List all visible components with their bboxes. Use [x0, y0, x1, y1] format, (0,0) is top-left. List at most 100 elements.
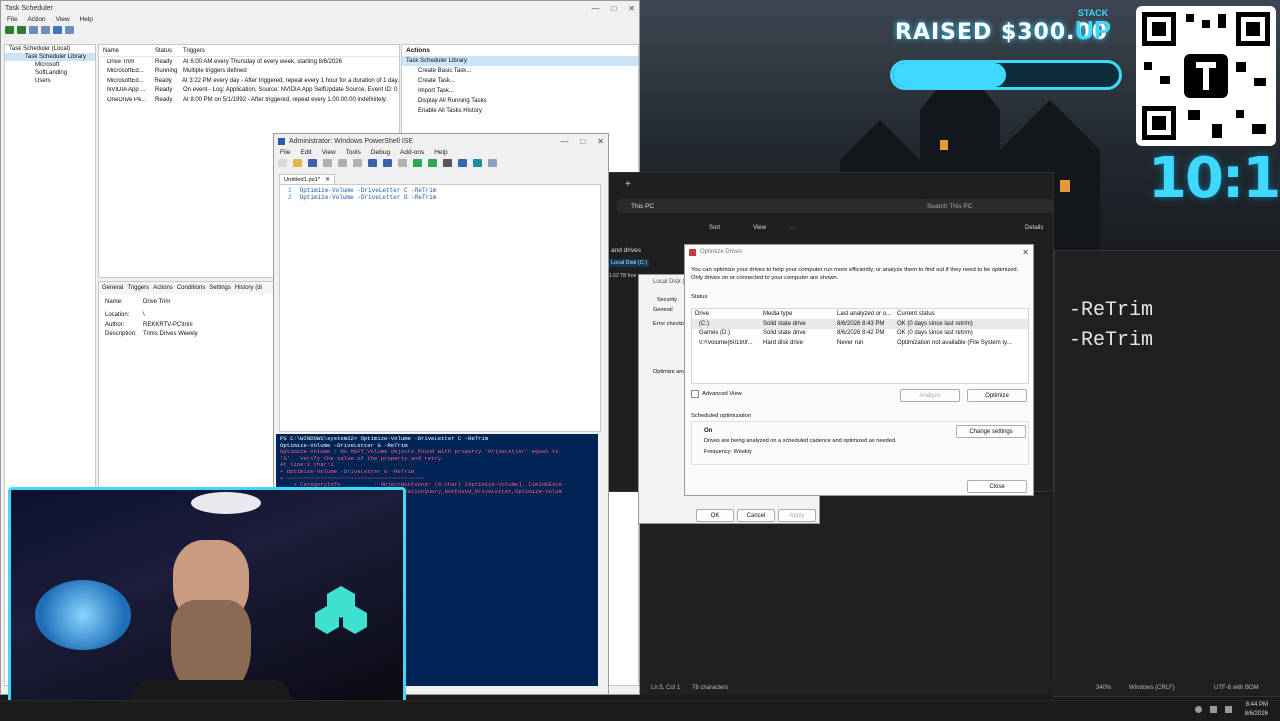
run-selection-icon[interactable] [428, 159, 437, 167]
tab-general[interactable]: General [102, 285, 123, 291]
notepad-window[interactable]: -ReTrim -ReTrim [1054, 250, 1280, 697]
action-enable-history[interactable]: Enable All Tasks History [402, 106, 638, 116]
open-icon[interactable] [293, 159, 302, 167]
advanced-view-checkbox[interactable]: Advanced View [691, 390, 742, 398]
volume-icon[interactable] [1210, 706, 1217, 713]
cut-icon[interactable] [323, 159, 332, 167]
table-row[interactable]: Drive Trim Ready At 6:00 AM every Thursday… [99, 57, 399, 67]
menu-view[interactable]: View [322, 149, 336, 156]
notepad-line[interactable]: -ReTrim [1069, 299, 1153, 322]
close-icon[interactable]: ✕ [1022, 248, 1029, 257]
optimize-drives-dialog[interactable]: Optimize Drives ✕ You can optimize your … [684, 244, 1034, 496]
back-icon[interactable] [5, 26, 14, 34]
status-zoom[interactable]: 340% [1096, 685, 1111, 691]
layout-icon[interactable] [488, 159, 497, 167]
explorer-local-disk[interactable]: Local Disk (C:) [609, 259, 650, 267]
tab-security[interactable]: Security [657, 297, 677, 303]
optimize-titlebar[interactable]: Optimize Drives ✕ [685, 245, 1033, 259]
menu-debug[interactable]: Debug [371, 149, 390, 156]
minimize-icon[interactable]: — [591, 4, 599, 13]
table-row[interactable]: NVIDIA App ... Ready On event - Log: Appli… [99, 86, 399, 96]
undo-icon[interactable] [383, 159, 392, 167]
column-last-analyzed[interactable]: Last analyzed or o... [837, 311, 897, 317]
console-icon[interactable] [473, 159, 482, 167]
drive-row[interactable]: (C:) Solid state drive 8/6/2026 8:43 PM OK … [692, 319, 1028, 329]
action-display-running[interactable]: Display All Running Tasks [402, 96, 638, 106]
maximize-icon[interactable]: □ [580, 137, 585, 146]
copy-icon[interactable] [338, 159, 347, 167]
redo-icon[interactable] [398, 159, 407, 167]
script-editor[interactable]: 1 Optimize-Volume -DriveLetter C -ReTrim … [279, 184, 601, 432]
close-icon[interactable]: ✕ [597, 137, 604, 146]
tree-item-library[interactable]: Task Scheduler Library [5, 53, 95, 61]
menu-help[interactable]: Help [80, 16, 93, 23]
help-icon[interactable] [53, 26, 62, 34]
optimize-button[interactable]: Optimize [967, 389, 1027, 402]
action-import-task[interactable]: Import Task... [402, 86, 638, 96]
script-tab[interactable]: Untitled1.ps1* ✕ [279, 174, 335, 184]
code-text[interactable]: Optimize-Volume -DriveLetter D -ReTrim [300, 194, 437, 201]
tab-general[interactable]: General [653, 307, 673, 313]
menu-file[interactable]: File [7, 16, 17, 23]
actions-section[interactable]: Task Scheduler Library [402, 56, 638, 66]
properties-icon[interactable] [65, 26, 74, 34]
task-scheduler-titlebar[interactable]: Task Scheduler — □ ✕ [1, 1, 639, 15]
clear-icon[interactable] [368, 159, 377, 167]
show-tree-icon[interactable] [41, 26, 50, 34]
forward-icon[interactable] [17, 26, 26, 34]
details-button[interactable]: Details [1025, 225, 1043, 231]
table-row[interactable]: OneDrive Pe... Ready At 8:00 PM on 5/1/199… [99, 95, 399, 105]
properties-apply-button[interactable]: Apply [778, 509, 816, 522]
taskbar-time[interactable]: 8:44 PM [1246, 702, 1268, 708]
table-row[interactable]: MicrosoftEd... Ready At 3:22 PM every day … [99, 76, 399, 86]
menu-action[interactable]: Action [27, 16, 45, 23]
close-tab-icon[interactable]: ✕ [325, 177, 330, 183]
menu-addons[interactable]: Add-ons [400, 149, 424, 156]
column-triggers[interactable]: Triggers [183, 48, 205, 54]
properties-ok-button[interactable]: OK [696, 509, 734, 522]
remote-icon[interactable] [458, 159, 467, 167]
tab-actions[interactable]: Actions [153, 285, 173, 291]
sort-button[interactable]: Sort [709, 225, 720, 231]
wifi-icon[interactable] [1195, 706, 1202, 713]
notepad-line[interactable]: -ReTrim [1069, 329, 1153, 352]
properties-cancel-button[interactable]: Cancel [737, 509, 775, 522]
menu-help[interactable]: Help [434, 149, 447, 156]
table-row[interactable]: MicrosoftEd... Running Multiple triggers d… [99, 67, 399, 77]
analyze-button[interactable]: Analyze [900, 389, 960, 402]
close-button[interactable]: Close [967, 480, 1027, 493]
change-settings-button[interactable]: Change settings [956, 425, 1026, 438]
column-name[interactable]: Name [99, 48, 155, 54]
status-encoding[interactable]: UTF-8 with BOM [1214, 685, 1259, 691]
explorer-search[interactable]: Search This PC [921, 199, 1053, 213]
battery-icon[interactable] [1225, 706, 1232, 713]
tab-settings[interactable]: Settings [209, 285, 231, 291]
tree-item-softlanding[interactable]: SoftLanding [5, 69, 95, 77]
tree-item-users[interactable]: Users [5, 77, 95, 85]
column-current-status[interactable]: Current status [897, 311, 935, 317]
paste-icon[interactable] [353, 159, 362, 167]
maximize-icon[interactable]: □ [611, 4, 616, 13]
tab-history[interactable]: History (di [235, 285, 262, 291]
column-media-type[interactable]: Media type [763, 311, 837, 317]
taskbar-date[interactable]: 8/6/2026 [1245, 711, 1268, 717]
menu-tools[interactable]: Tools [346, 149, 361, 156]
tab-triggers[interactable]: Triggers [127, 285, 149, 291]
tree-item-local[interactable]: Task Scheduler (Local) [5, 45, 95, 53]
code-text[interactable]: Optimize-Volume -DriveLetter C -ReTrim [300, 187, 437, 194]
more-icon[interactable]: ··· [789, 225, 795, 231]
save-icon[interactable] [308, 159, 317, 167]
breadcrumb[interactable]: This PC [631, 203, 654, 210]
column-status[interactable]: Status [155, 48, 183, 54]
detail-name-value[interactable]: Drive Trim [143, 299, 170, 305]
column-drive[interactable]: Drive [692, 311, 763, 317]
close-icon[interactable]: ✕ [628, 4, 635, 13]
tab-conditions[interactable]: Conditions [177, 285, 205, 291]
menu-edit[interactable]: Edit [300, 149, 311, 156]
menu-file[interactable]: File [280, 149, 290, 156]
view-button[interactable]: View [753, 225, 766, 231]
ise-titlebar[interactable]: Administrator: Windows PowerShell ISE — □… [274, 134, 608, 148]
stop-icon[interactable] [443, 159, 452, 167]
status-eol[interactable]: Windows (CRLF) [1129, 685, 1175, 691]
checkbox-box[interactable] [691, 390, 699, 398]
